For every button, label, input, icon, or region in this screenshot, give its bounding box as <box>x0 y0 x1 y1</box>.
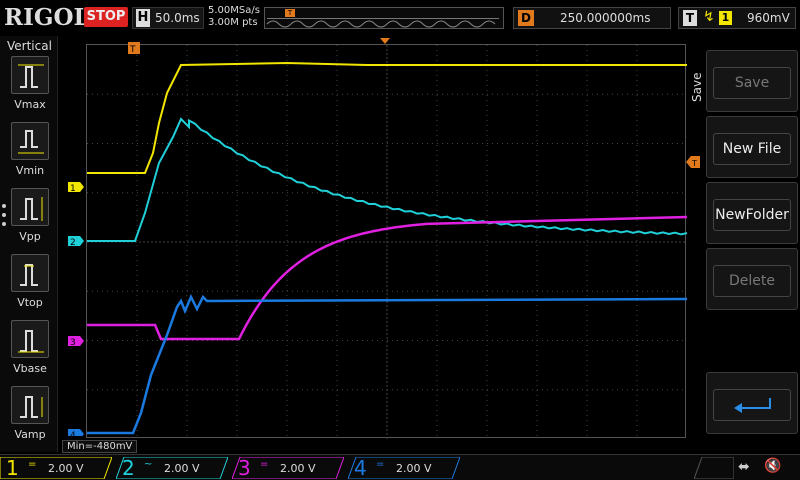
coupling-icon: ~ <box>144 459 153 470</box>
ch2-marker-label: 2 <box>70 238 76 248</box>
channel-scale: 2.00 V <box>280 462 316 475</box>
save-button[interactable]: Save <box>706 50 798 112</box>
channel-status-bar: 1 = 2.00 V 2 ~ 2.00 V 3 = 2.00 V 4 = 2.0… <box>0 454 800 480</box>
memory-waveform-preview <box>266 18 499 28</box>
new-folder-button[interactable]: NewFolder <box>706 182 798 244</box>
acquisition-info: 5.00MSa/s 3.00M pts <box>208 5 260 29</box>
trigger-display[interactable]: T ↯ 1 960mV <box>678 7 796 29</box>
trigger-source-badge: 1 <box>719 11 732 25</box>
channel-number: 4 <box>354 456 367 480</box>
coupling-icon: = <box>260 459 269 470</box>
trigger-level-marker[interactable]: T <box>686 156 702 170</box>
return-button[interactable] <box>706 372 798 434</box>
trigger-time-label: T <box>129 45 136 55</box>
channel-number: 3 <box>238 456 251 480</box>
horizontal-timebase[interactable]: H 50.0ms <box>132 7 204 29</box>
delay-label: D <box>518 10 534 26</box>
trigger-level: 960mV <box>747 11 790 25</box>
speaker-mute-icon[interactable]: 🔇 <box>764 458 781 474</box>
trigger-time-marker[interactable]: T <box>128 42 148 62</box>
delete-button-label: Delete <box>713 265 791 297</box>
trigger-label: T <box>683 10 697 26</box>
measurement-readout: Min=-480mV <box>62 440 138 453</box>
memory-position-strip[interactable]: T <box>264 7 504 29</box>
trigger-level-label: T <box>691 159 697 168</box>
sample-rate: 5.00MSa/s <box>208 5 260 16</box>
new-folder-button-label: NewFolder <box>713 199 791 231</box>
channel-2-tab[interactable]: 2 ~ 2.00 V <box>116 456 228 480</box>
channel-number: 2 <box>122 456 135 480</box>
brand-logo: RIGOL <box>4 4 90 31</box>
ch4-marker-label: 4 <box>70 431 76 436</box>
top-status-bar: RIGOL STOP H 50.0ms 5.00MSa/s 3.00M pts … <box>0 0 800 36</box>
delay-value: 250.000000ms <box>560 11 651 25</box>
channel-number: 1 <box>6 456 19 480</box>
save-button-label: Save <box>713 67 791 99</box>
channel-4-tab[interactable]: 4 = 2.00 V <box>348 456 460 480</box>
delay-display[interactable]: D 250.000000ms <box>513 7 671 29</box>
new-file-button[interactable]: New File <box>706 116 798 178</box>
new-file-button-label: New File <box>713 133 791 165</box>
rising-edge-icon: ↯ <box>703 9 715 25</box>
ch3-marker-label: 3 <box>70 338 76 348</box>
graticule <box>87 45 688 439</box>
channel-scale: 2.00 V <box>48 462 84 475</box>
waveform-display[interactable] <box>86 44 688 439</box>
ch1-marker-label: 1 <box>70 184 76 194</box>
status-tab-frame <box>694 457 734 479</box>
channel-scale: 2.00 V <box>164 462 200 475</box>
timebase-value: 50.0ms <box>155 11 200 25</box>
channel-1-tab[interactable]: 1 = 2.00 V <box>0 456 112 480</box>
delete-button[interactable]: Delete <box>706 248 798 310</box>
save-softkey-menu: Save Save New File NewFolder Delete <box>690 36 800 440</box>
return-arrow-icon <box>713 389 791 421</box>
usb-icon: ⬌ <box>738 459 750 475</box>
channel-offset-markers: 1 2 3 4 <box>68 182 84 436</box>
coupling-icon: = <box>376 459 385 470</box>
channel-3-tab[interactable]: 3 = 2.00 V <box>232 456 344 480</box>
run-stop-indicator[interactable]: STOP <box>84 7 128 27</box>
memory-depth: 3.00M pts <box>208 17 258 28</box>
center-marker-icon <box>380 38 390 44</box>
coupling-icon: = <box>28 459 37 470</box>
horizontal-label: H <box>136 9 150 27</box>
menu-title: Save <box>690 72 704 102</box>
channel-scale: 2.00 V <box>396 462 432 475</box>
